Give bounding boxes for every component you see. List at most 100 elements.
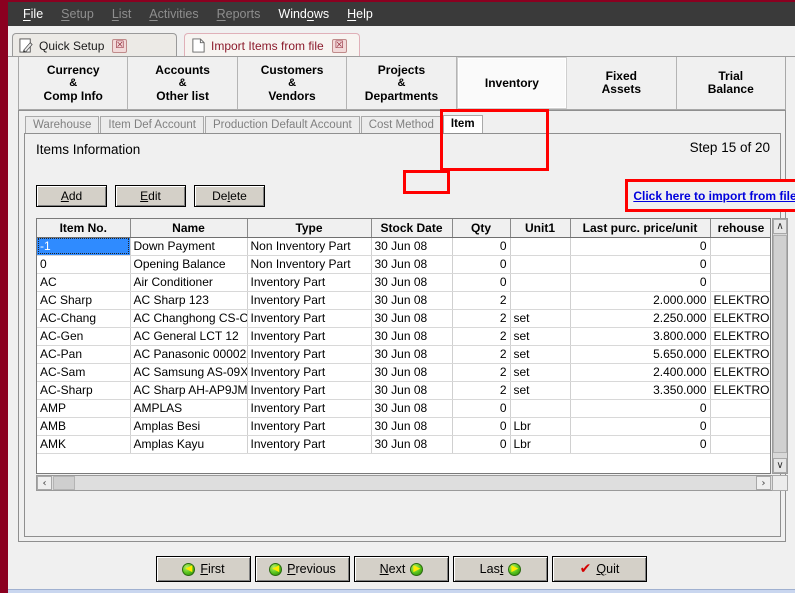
cell-qty[interactable]: 0 <box>452 435 511 454</box>
wizard-tab-accounts-other-list[interactable]: Accounts & Other list <box>128 57 238 109</box>
cell-unit1[interactable] <box>510 291 571 310</box>
table-row[interactable]: AMK Amplas Kayu Inventory Part 30 Jun 08… <box>37 435 770 454</box>
table-row[interactable]: AC-Chang AC Changhong CS-CC Inventory Pa… <box>37 309 770 328</box>
column-header-item-no[interactable]: Item No. <box>37 219 131 238</box>
cell-stock-date[interactable]: 30 Jun 08 <box>371 291 453 310</box>
add-button[interactable]: Add <box>36 185 107 207</box>
cell-name[interactable]: AMPLAS <box>130 399 248 418</box>
menu-item-setup[interactable]: Setup <box>52 6 103 23</box>
cell-last-price[interactable]: 2.000.000 <box>570 291 711 310</box>
cell-qty[interactable]: 0 <box>452 273 511 292</box>
cell-stock-date[interactable]: 30 Jun 08 <box>371 345 453 364</box>
cell-stock-date[interactable]: 30 Jun 08 <box>371 417 453 436</box>
cell-name[interactable]: AC Sharp 123 <box>130 291 248 310</box>
first-button[interactable]: ◀ First <box>156 556 251 582</box>
cell-unit1[interactable]: set <box>510 327 571 346</box>
cell-last-price[interactable]: 0 <box>570 399 711 418</box>
wizard-tab-projects-departments[interactable]: Projects & Departments <box>347 57 457 109</box>
cell-type[interactable]: Non Inventory Part <box>247 255 372 274</box>
cell-unit1[interactable] <box>510 399 571 418</box>
cell-unit1[interactable]: set <box>510 381 571 400</box>
cell-item-no[interactable]: AMP <box>37 399 131 418</box>
column-header-warehouse[interactable]: rehouse <box>710 219 770 238</box>
cell-name[interactable]: AC Changhong CS-CC <box>130 309 248 328</box>
cell-qty[interactable]: 2 <box>452 345 511 364</box>
cell-item-no[interactable]: AC-Sharp <box>37 381 131 400</box>
last-button[interactable]: Last ▶ <box>453 556 548 582</box>
cell-name[interactable]: AC Sharp AH-AP9JML <box>130 381 248 400</box>
cell-last-price[interactable]: 0 <box>570 417 711 436</box>
cell-name[interactable]: AC Samsung AS-09X4 <box>130 363 248 382</box>
wizard-tab-fixed-assets[interactable]: Fixed Assets <box>567 57 677 109</box>
cell-name[interactable]: Down Payment <box>130 237 248 256</box>
cell-warehouse[interactable] <box>710 255 770 274</box>
sub-tab-warehouse[interactable]: Warehouse <box>25 116 100 134</box>
cell-unit1[interactable] <box>510 237 571 256</box>
cell-item-no[interactable]: -1 <box>37 237 131 256</box>
cell-warehouse[interactable] <box>710 273 770 292</box>
wizard-tab-trial-balance[interactable]: Trial Balance <box>677 57 785 109</box>
grid-horizontal-scrollbar[interactable]: ‹ › <box>36 475 788 491</box>
cell-stock-date[interactable]: 30 Jun 08 <box>371 237 453 256</box>
cell-type[interactable]: Inventory Part <box>247 417 372 436</box>
scroll-left-icon[interactable]: ‹ <box>37 476 52 490</box>
cell-name[interactable]: AC General LCT 12 <box>130 327 248 346</box>
sub-tab-item[interactable]: Item <box>442 115 483 134</box>
cell-name[interactable]: AC Panasonic 000022 <box>130 345 248 364</box>
table-row[interactable]: AMB Amplas Besi Inventory Part 30 Jun 08… <box>37 417 770 436</box>
cell-name[interactable]: Air Conditioner <box>130 273 248 292</box>
cell-item-no[interactable]: AC <box>37 273 131 292</box>
column-header-qty[interactable]: Qty <box>452 219 511 238</box>
table-row[interactable]: AC-Sam AC Samsung AS-09X4 Inventory Part… <box>37 363 770 382</box>
cell-unit1[interactable] <box>510 255 571 274</box>
cell-type[interactable]: Non Inventory Part <box>247 237 372 256</box>
cell-unit1[interactable]: set <box>510 345 571 364</box>
cell-name[interactable]: Amplas Besi <box>130 417 248 436</box>
next-button[interactable]: Next ▶ <box>354 556 449 582</box>
delete-button[interactable]: De l ete <box>194 185 265 207</box>
cell-warehouse[interactable] <box>710 435 770 454</box>
cell-item-no[interactable]: AMB <box>37 417 131 436</box>
cell-warehouse[interactable]: ELEKTRO <box>710 363 770 382</box>
cell-type[interactable]: Inventory Part <box>247 327 372 346</box>
cell-last-price[interactable]: 3.800.000 <box>570 327 711 346</box>
cell-warehouse[interactable]: ELEKTRO <box>710 327 770 346</box>
table-row[interactable]: AC Air Conditioner Inventory Part 30 Jun… <box>37 273 770 292</box>
cell-last-price[interactable]: 2.400.000 <box>570 363 711 382</box>
cell-item-no[interactable]: AC-Pan <box>37 345 131 364</box>
previous-button[interactable]: ◀ Previous <box>255 556 350 582</box>
cell-last-price[interactable]: 0 <box>570 237 711 256</box>
cell-stock-date[interactable]: 30 Jun 08 <box>371 327 453 346</box>
edit-button[interactable]: Edit <box>115 185 186 207</box>
vertical-scroll-thumb[interactable] <box>773 235 787 453</box>
cell-type[interactable]: Inventory Part <box>247 399 372 418</box>
cell-warehouse[interactable]: ELEKTRO <box>710 291 770 310</box>
cell-item-no[interactable]: AMK <box>37 435 131 454</box>
wizard-tab-currency-comp-info[interactable]: Currency & Comp Info <box>19 57 129 109</box>
cell-qty[interactable]: 2 <box>452 381 511 400</box>
table-row[interactable]: AC-Sharp AC Sharp AH-AP9JML Inventory Pa… <box>37 381 770 400</box>
cell-item-no[interactable]: AC-Sam <box>37 363 131 382</box>
cell-unit1[interactable]: set <box>510 363 571 382</box>
cell-stock-date[interactable]: 30 Jun 08 <box>371 309 453 328</box>
quit-button[interactable]: ✔ Quit <box>552 556 647 582</box>
column-header-last-purc-price-unit[interactable]: Last purc. price/unit <box>570 219 711 238</box>
cell-stock-date[interactable]: 30 Jun 08 <box>371 435 453 454</box>
cell-last-price[interactable]: 0 <box>570 435 711 454</box>
cell-type[interactable]: Inventory Part <box>247 363 372 382</box>
cell-item-no[interactable]: 0 <box>37 255 131 274</box>
scroll-right-icon[interactable]: › <box>756 476 771 490</box>
cell-stock-date[interactable]: 30 Jun 08 <box>371 381 453 400</box>
menu-item-activities[interactable]: Activities <box>140 6 207 23</box>
cell-last-price[interactable]: 2.250.000 <box>570 309 711 328</box>
cell-last-price[interactable]: 3.350.000 <box>570 381 711 400</box>
table-row[interactable]: AC Sharp AC Sharp 123 Inventory Part 30 … <box>37 291 770 310</box>
cell-item-no[interactable]: AC-Chang <box>37 309 131 328</box>
scroll-down-icon[interactable]: ∨ <box>773 458 787 473</box>
cell-item-no[interactable]: AC-Gen <box>37 327 131 346</box>
cell-type[interactable]: Inventory Part <box>247 309 372 328</box>
table-row[interactable]: AC-Pan AC Panasonic 000022 Inventory Par… <box>37 345 770 364</box>
cell-qty[interactable]: 0 <box>452 417 511 436</box>
cell-qty[interactable]: 0 <box>452 237 511 256</box>
cell-type[interactable]: Inventory Part <box>247 345 372 364</box>
